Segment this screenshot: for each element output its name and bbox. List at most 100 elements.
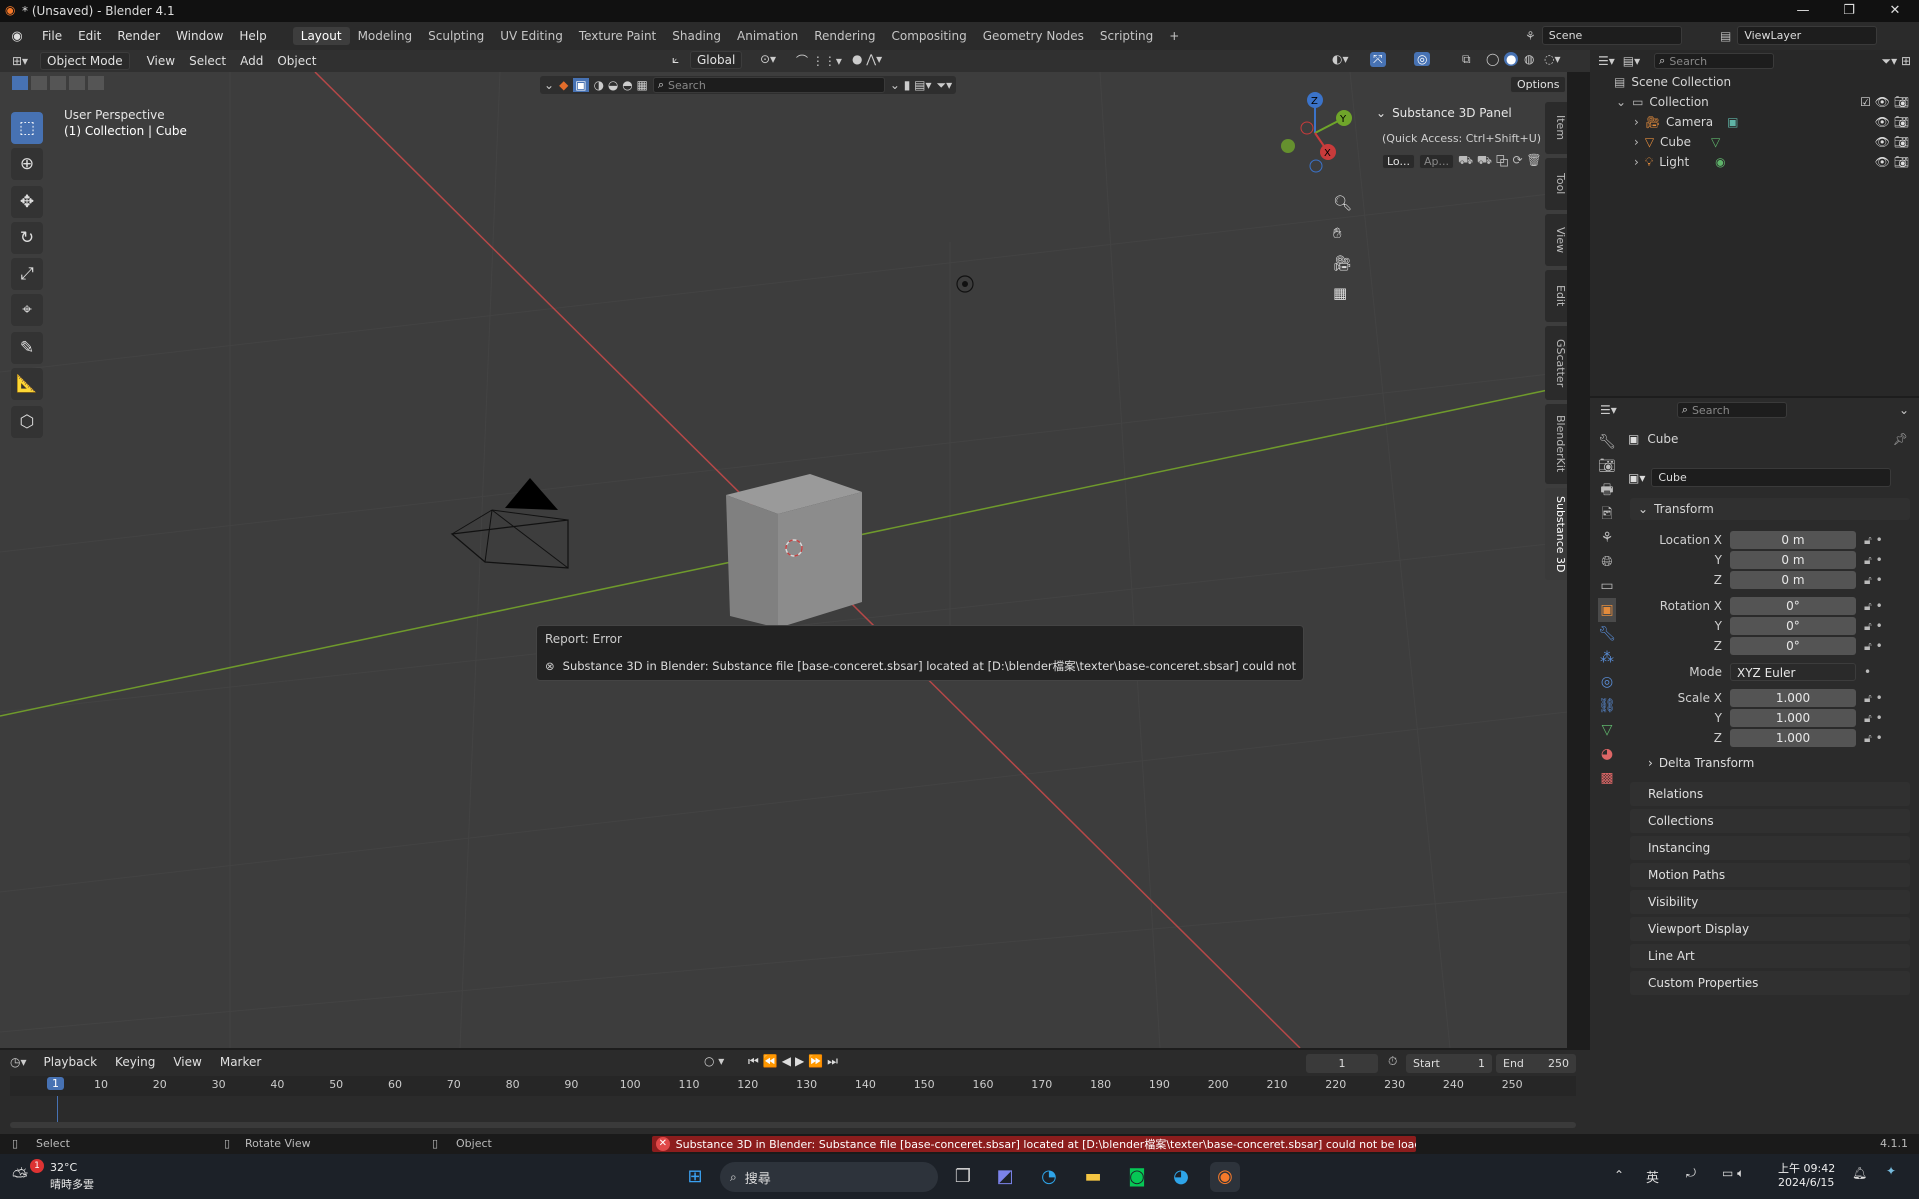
tab-scripting[interactable]: Scripting: [1092, 27, 1161, 45]
menu-view[interactable]: View: [166, 1055, 208, 1069]
section-motion-paths[interactable]: Motion Paths: [1630, 863, 1910, 887]
viewlayer-name-field[interactable]: ViewLayer: [1737, 26, 1878, 45]
object-name-field[interactable]: Cube: [1651, 468, 1892, 487]
rotation-z-field[interactable]: 0°: [1730, 637, 1856, 655]
wireframe-shading-icon[interactable]: ◯: [1486, 52, 1499, 66]
pan-hand-icon[interactable]: ✋︎: [1333, 224, 1342, 242]
frame-ruler[interactable]: 1 10 20 30 40 50 60 70 80 90 100 110 120 130 140 150 16…: [10, 1076, 1576, 1096]
physics-tab-icon[interactable]: ◎: [1598, 670, 1616, 694]
task-view-icon[interactable]: ❐: [948, 1162, 978, 1192]
outliner-item-cube[interactable]: › ▽ Cube ▽ 👁︎ 📷︎: [1590, 132, 1919, 152]
filter-icon[interactable]: ⏷▾: [937, 78, 953, 93]
pivot-icon[interactable]: ⊙▾: [760, 52, 776, 66]
rendered-shading-icon[interactable]: ◌▾: [1544, 52, 1561, 66]
clock-time[interactable]: 上午 09:42: [1778, 1160, 1835, 1176]
outliner-item-camera[interactable]: › 🎥︎ Camera ▣ 👁︎ 📷︎: [1590, 112, 1919, 132]
material-tab-icon[interactable]: ◕: [1598, 742, 1616, 766]
object-browse-icon[interactable]: ▣▾: [1628, 471, 1645, 485]
apply-button[interactable]: Ap...: [1418, 153, 1454, 169]
chevron-down-icon[interactable]: ⌄: [544, 78, 554, 92]
editor-type-icon[interactable]: ☰▾: [1600, 403, 1617, 417]
output-tab-icon[interactable]: 🖶︎: [1598, 478, 1616, 502]
menu-add[interactable]: Add: [233, 54, 270, 68]
notification-bell-icon[interactable]: 🔔︎: [1852, 1166, 1867, 1180]
menu-view[interactable]: View: [140, 54, 182, 68]
select-box-tool-icon[interactable]: ⬚: [11, 112, 43, 144]
options-dropdown[interactable]: Options: [1510, 76, 1567, 93]
constraints-tab-icon[interactable]: ⛓︎: [1598, 694, 1616, 718]
menu-edit[interactable]: Edit: [70, 29, 109, 43]
add-workspace-icon[interactable]: +: [1161, 27, 1187, 45]
world-tab-icon[interactable]: 🌐︎: [1598, 550, 1616, 574]
copilot-icon[interactable]: ✦: [1886, 1164, 1896, 1178]
lock-icon[interactable]: 🔓︎ •: [1864, 573, 1883, 588]
lock-icon[interactable]: 🔓︎ •: [1864, 599, 1883, 614]
object-filter-icon[interactable]: ▣: [573, 78, 589, 92]
chevron-down-icon[interactable]: ⌄: [1899, 403, 1909, 417]
tab-texture-paint[interactable]: Texture Paint: [571, 27, 664, 45]
scale-z-field[interactable]: 1.000: [1730, 729, 1856, 747]
blender-taskbar-icon[interactable]: ◉: [1210, 1162, 1240, 1192]
end-frame-field[interactable]: End 250: [1496, 1054, 1576, 1073]
ime-icon[interactable]: ⤾: [1686, 1166, 1696, 1181]
object-tab-icon[interactable]: ▣: [1598, 598, 1616, 622]
menu-keying[interactable]: Keying: [108, 1055, 162, 1069]
panel-collapse-icon[interactable]: ⌄: [1376, 106, 1386, 120]
side-tab-tool[interactable]: Tool: [1545, 158, 1567, 210]
gizmo-toggle-icon[interactable]: ⤧: [1370, 52, 1386, 67]
side-tab-gscatter[interactable]: GScatter: [1545, 326, 1567, 400]
taskbar-search[interactable]: ⌕ 搜尋: [720, 1162, 938, 1192]
object-mode-dropdown[interactable]: Object Mode: [40, 52, 130, 70]
file-explorer-icon[interactable]: ▬: [1078, 1162, 1108, 1192]
timeline-scrollbar[interactable]: [10, 1122, 1576, 1128]
side-tab-blenderkit[interactable]: BlenderKit: [1545, 404, 1567, 484]
xray-icon[interactable]: ⧉: [1462, 52, 1471, 67]
texture-tab-icon[interactable]: ▩: [1598, 766, 1616, 790]
pin-icon[interactable]: 📌︎: [1893, 432, 1908, 446]
properties-search-input[interactable]: ⌕ Search: [1676, 402, 1787, 418]
data-tab-icon[interactable]: ▽: [1598, 718, 1616, 742]
section-relations[interactable]: Relations: [1630, 782, 1910, 806]
rotation-y-field[interactable]: 0°: [1730, 617, 1856, 635]
asset-search-input[interactable]: ⌕ Search: [652, 77, 885, 93]
side-tab-substance-3d[interactable]: Substance 3D: [1545, 488, 1567, 580]
editor-type-icon[interactable]: ◷▾: [10, 1055, 27, 1069]
overlay-toggle-icon[interactable]: ◎: [1414, 52, 1431, 66]
lock-icon[interactable]: 🔓︎ •: [1864, 639, 1883, 654]
lock-icon[interactable]: 🔓︎ •: [1864, 533, 1883, 548]
edge-icon[interactable]: ◔: [1034, 1162, 1064, 1192]
transform-tool-icon[interactable]: ⌖: [11, 294, 43, 326]
tab-uv-editing[interactable]: UV Editing: [492, 27, 571, 45]
mesh-data-icon[interactable]: ▽: [1711, 135, 1720, 149]
view-layer-tab-icon[interactable]: 🖻︎: [1598, 502, 1616, 526]
playhead-frame[interactable]: 1: [47, 1077, 64, 1090]
scene-collection-row[interactable]: ▤ Scene Collection: [1590, 72, 1919, 92]
select-invert-icon[interactable]: [69, 76, 85, 90]
light-data-icon[interactable]: ◉: [1715, 155, 1725, 169]
outliner-search-input[interactable]: ⌕ Search: [1654, 53, 1775, 69]
rotation-x-field[interactable]: 0°: [1730, 597, 1856, 615]
scale-tool-icon[interactable]: ⤢: [11, 258, 43, 290]
proportional-edit-icon[interactable]: ● ⋀▾: [852, 52, 882, 66]
scene-tab-icon[interactable]: ⚘: [1598, 526, 1616, 550]
outliner-item-light[interactable]: › 💡︎ Light ◉ 👁︎ 📷︎: [1590, 152, 1919, 172]
chevron-right-icon[interactable]: ›: [1634, 135, 1639, 149]
chevron-right-icon[interactable]: ›: [1634, 155, 1639, 169]
tab-rendering[interactable]: Rendering: [806, 27, 883, 45]
collection-row[interactable]: ⌄ ▭ Collection ☑ 👁︎ 📷︎: [1590, 92, 1919, 112]
chevron-up-icon[interactable]: ⌃: [1614, 1168, 1624, 1182]
item-visibility-icons[interactable]: 👁︎ 📷︎: [1875, 135, 1909, 149]
lock-icon[interactable]: 🔓︎ •: [1864, 731, 1883, 746]
section-custom-properties[interactable]: Custom Properties: [1630, 971, 1910, 995]
menu-object[interactable]: Object: [270, 54, 323, 68]
tab-sculpting[interactable]: Sculpting: [420, 27, 492, 45]
clock-date[interactable]: 2024/6/15: [1778, 1176, 1834, 1189]
section-instancing[interactable]: Instancing: [1630, 836, 1910, 860]
maximize-icon[interactable]: ❐: [1826, 0, 1872, 22]
input-language[interactable]: 英: [1646, 1167, 1659, 1186]
tab-shading[interactable]: Shading: [664, 27, 729, 45]
tool-tab-icon[interactable]: 🔧︎: [1598, 430, 1616, 454]
navigation-gizmo[interactable]: Z Y X: [1272, 90, 1358, 176]
menu-file[interactable]: File: [34, 29, 70, 43]
menu-marker[interactable]: Marker: [213, 1055, 268, 1069]
